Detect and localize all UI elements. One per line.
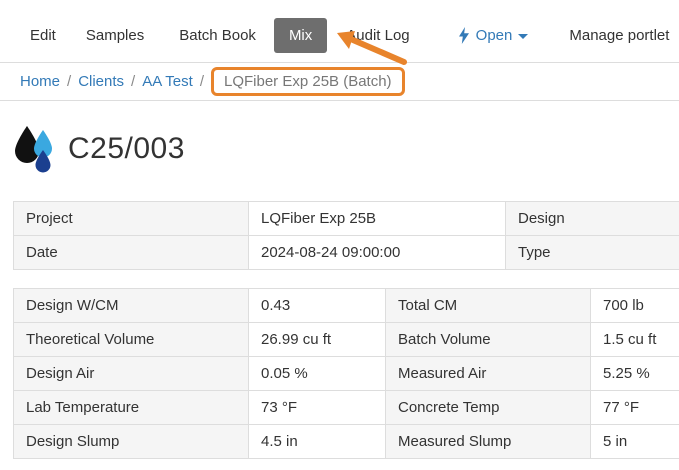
table-row: Design W/CM 0.43 Total CM 700 lb — [14, 289, 679, 323]
cell-label: Measured Slump — [386, 425, 591, 459]
page-title: C25/003 — [68, 132, 185, 166]
nav-item-edit[interactable]: Edit — [30, 27, 56, 44]
cell-label: Lab Temperature — [14, 391, 249, 425]
nav-item-samples[interactable]: Samples — [86, 27, 144, 44]
table-row: Lab Temperature 73 °F Concrete Temp 77 °… — [14, 391, 679, 425]
nav-item-manage-portlet[interactable]: Manage portlet — [569, 27, 669, 44]
table-row: Design Air 0.05 % Measured Air 5.25 % — [14, 357, 679, 391]
cell-value: 73 °F — [249, 391, 386, 425]
cell-value: 0.05 % — [249, 357, 386, 391]
table-row: Theoretical Volume 26.99 cu ft Batch Vol… — [14, 323, 679, 357]
cell-label: Batch Volume — [386, 323, 591, 357]
cell-value: 26.99 cu ft — [249, 323, 386, 357]
cell-label: Design — [506, 202, 679, 236]
nav-item-mix[interactable]: Mix — [274, 18, 327, 53]
breadcrumb-home[interactable]: Home — [20, 73, 60, 90]
cell-value: 5.25 % — [591, 357, 679, 391]
cell-value: 4.5 in — [249, 425, 386, 459]
cell-value: 1.5 cu ft — [591, 323, 679, 357]
cell-label: Design Slump — [14, 425, 249, 459]
cell-value: LQFiber Exp 25B — [249, 202, 506, 236]
cell-label: Total CM — [386, 289, 591, 323]
breadcrumb-aa-test[interactable]: AA Test — [142, 73, 193, 90]
cell-value: 77 °F — [591, 391, 679, 425]
breadcrumb: Home / Clients / AA Test / LQFiber Exp 2… — [0, 62, 679, 101]
cell-label: Project — [14, 202, 249, 236]
lightning-bolt-icon — [458, 27, 470, 44]
chevron-down-icon — [518, 34, 528, 39]
cell-value: 700 lb — [591, 289, 679, 323]
cell-value: 0.43 — [249, 289, 386, 323]
breadcrumb-current-highlight: LQFiber Exp 25B (Batch) — [211, 67, 405, 96]
breadcrumb-separator: / — [131, 73, 135, 90]
water-drops-logo-icon — [13, 124, 55, 174]
nav-item-audit-log[interactable]: Audit Log — [346, 27, 409, 44]
page-header: C25/003 — [13, 118, 679, 180]
cell-label: Theoretical Volume — [14, 323, 249, 357]
cell-label: Measured Air — [386, 357, 591, 391]
table-row: Date 2024-08-24 09:00:00 Type — [14, 236, 679, 270]
cell-label: Date — [14, 236, 249, 270]
table-row: Project LQFiber Exp 25B Design — [14, 202, 679, 236]
cell-label: Design Air — [14, 357, 249, 391]
cell-label: Type — [506, 236, 679, 270]
table-row: Design Slump 4.5 in Measured Slump 5 in — [14, 425, 679, 459]
nav-item-batch-book[interactable]: Batch Book — [179, 27, 256, 44]
metrics-table: Design W/CM 0.43 Total CM 700 lb Theoret… — [13, 288, 679, 459]
breadcrumb-separator: / — [67, 73, 71, 90]
cell-label: Concrete Temp — [386, 391, 591, 425]
top-nav: Edit Samples Batch Book Mix Audit Log Op… — [0, 0, 679, 62]
nav-open-button[interactable]: Open — [458, 27, 529, 44]
breadcrumb-clients[interactable]: Clients — [78, 73, 124, 90]
nav-open-label: Open — [476, 27, 513, 44]
breadcrumb-separator: / — [200, 73, 204, 90]
cell-label: Design W/CM — [14, 289, 249, 323]
cell-value: 2024-08-24 09:00:00 — [249, 236, 506, 270]
info-table: Project LQFiber Exp 25B Design Date 2024… — [13, 201, 679, 270]
cell-value: 5 in — [591, 425, 679, 459]
